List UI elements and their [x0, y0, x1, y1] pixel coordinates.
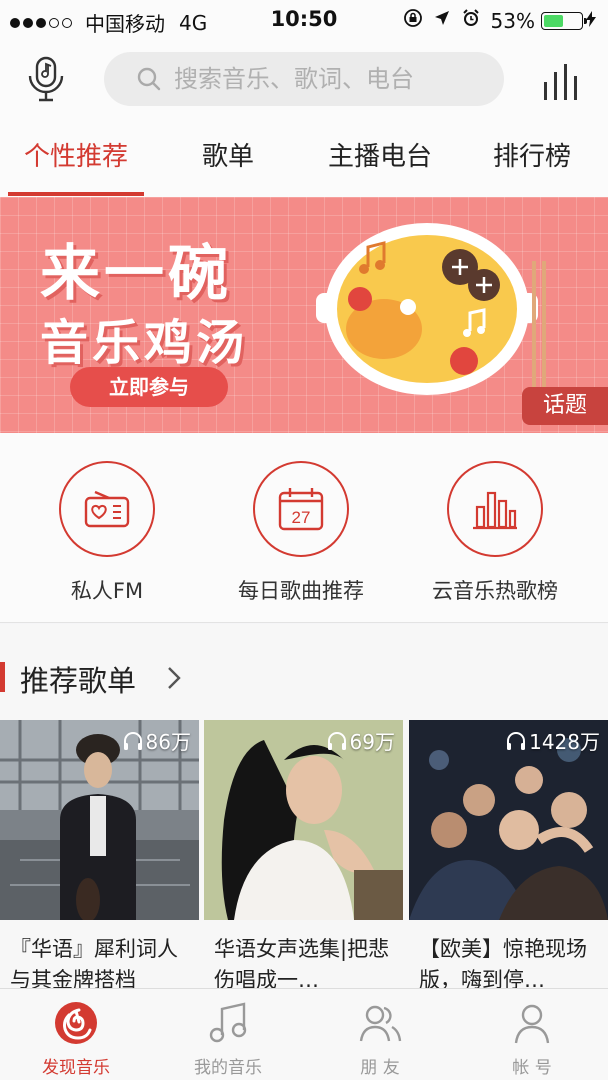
- playlist-grid: 86万 『华语』犀利词人与其金牌搭档 69万 华语女声选集|把悲伤唱成一… 14…: [0, 720, 608, 992]
- search-input[interactable]: [174, 65, 484, 93]
- tab-recommend[interactable]: 个性推荐: [0, 122, 152, 198]
- status-right: 53%: [393, 8, 596, 33]
- playlist-card[interactable]: 69万 华语女声选集|把悲伤唱成一…: [204, 720, 403, 996]
- friends-icon: [359, 1005, 402, 1042]
- soup-bowl-illustration: [316, 223, 546, 395]
- chart-bars-icon: [473, 491, 517, 530]
- playlist-cover: 86万: [0, 720, 199, 920]
- tab-label: 我的音乐: [194, 1058, 262, 1078]
- tab-label: 发现音乐: [42, 1058, 110, 1078]
- recommended-playlists-header[interactable]: 推荐歌单: [0, 624, 608, 720]
- calendar-icon: 27: [278, 488, 324, 531]
- q-circle: [447, 461, 543, 557]
- quick-entries: 私人FM 27 每日歌曲推荐 云音乐热歌榜: [0, 433, 608, 623]
- play-count: 1428万: [505, 726, 600, 755]
- banner-title: 来一碗: [40, 239, 232, 309]
- q-label: 每日歌曲推荐: [238, 579, 364, 603]
- banner-join-button[interactable]: 立即参与: [70, 367, 228, 407]
- playlist-card[interactable]: 86万 『华语』犀利词人与其金牌搭档: [0, 720, 199, 996]
- playlist-title: 华语女声选集|把悲伤唱成一…: [214, 937, 390, 992]
- battery-percent: 53%: [490, 8, 535, 33]
- radio-icon: [84, 490, 130, 528]
- now-playing-icon[interactable]: [540, 60, 584, 102]
- location-arrow-icon: [433, 9, 451, 32]
- q-circle: 27: [253, 461, 349, 557]
- netease-logo-icon: [55, 1002, 97, 1044]
- play-count: 69万: [326, 726, 395, 755]
- orientation-lock-icon: [403, 8, 423, 33]
- play-count-value: 1428万: [529, 730, 600, 754]
- tab-my-music[interactable]: 我的音乐: [152, 989, 304, 1080]
- bottom-tab-bar: 发现音乐 我的音乐 朋 友 帐 号: [0, 988, 608, 1080]
- playlist-card[interactable]: 1428万 【欧美】惊艳现场版，嗨到停…: [409, 720, 608, 996]
- q-label: 私人FM: [70, 579, 144, 603]
- status-bar: 中国移动 4G 10:50 53%: [0, 0, 608, 40]
- music-note-icon: [209, 1002, 247, 1043]
- search-icon: [137, 67, 161, 91]
- daily-recommend-entry[interactable]: 27 每日歌曲推荐: [204, 461, 398, 605]
- search-bar[interactable]: [104, 52, 504, 106]
- app-header: [0, 40, 608, 122]
- tab-playlists[interactable]: 歌单: [152, 122, 304, 198]
- play-count-value: 86万: [145, 730, 191, 754]
- alarm-icon: [461, 8, 481, 33]
- mic-icon[interactable]: [24, 54, 68, 104]
- private-fm-entry[interactable]: 私人FM: [10, 461, 204, 605]
- banner-subtitle: 音乐鸡汤: [40, 315, 249, 371]
- banner-tag: 话题: [522, 387, 608, 425]
- battery-tip: [584, 17, 587, 24]
- headphones-icon: [123, 731, 142, 750]
- play-count: 86万: [122, 726, 191, 755]
- playlist-title: 【欧美】惊艳现场版，嗨到停…: [419, 937, 587, 992]
- section-marker: [0, 662, 5, 692]
- headphones-icon: [327, 731, 346, 750]
- playlist-cover: 69万: [204, 720, 403, 920]
- section-title: 推荐歌单: [20, 664, 137, 698]
- hot-chart-entry[interactable]: 云音乐热歌榜: [398, 461, 592, 605]
- play-count-value: 69万: [349, 730, 395, 754]
- account-icon: [514, 1004, 550, 1044]
- tab-friends[interactable]: 朋 友: [304, 989, 456, 1080]
- calendar-day: 27: [292, 508, 311, 527]
- playlist-cover: 1428万: [409, 720, 608, 920]
- promo-banner[interactable]: 来一碗 音乐鸡汤 立即参与: [0, 197, 608, 433]
- top-tabs: 个性推荐 歌单 主播电台 排行榜: [0, 122, 608, 198]
- q-label: 云音乐热歌榜: [432, 579, 558, 603]
- tab-label: 帐 号: [512, 1058, 552, 1078]
- headphones-icon: [507, 731, 526, 750]
- tab-radio[interactable]: 主播电台: [304, 122, 456, 198]
- tab-discover-music[interactable]: 发现音乐: [0, 989, 152, 1080]
- tab-account[interactable]: 帐 号: [456, 989, 608, 1080]
- q-circle: [59, 461, 155, 557]
- tab-charts[interactable]: 排行榜: [456, 122, 608, 198]
- battery-icon: [541, 11, 587, 30]
- battery-fill: [544, 14, 564, 27]
- chevron-right-icon: [168, 667, 181, 689]
- playlist-title: 『华语』犀利词人与其金牌搭档: [10, 937, 178, 992]
- charging-bolt-icon: [586, 10, 596, 31]
- tab-label: 朋 友: [360, 1058, 400, 1078]
